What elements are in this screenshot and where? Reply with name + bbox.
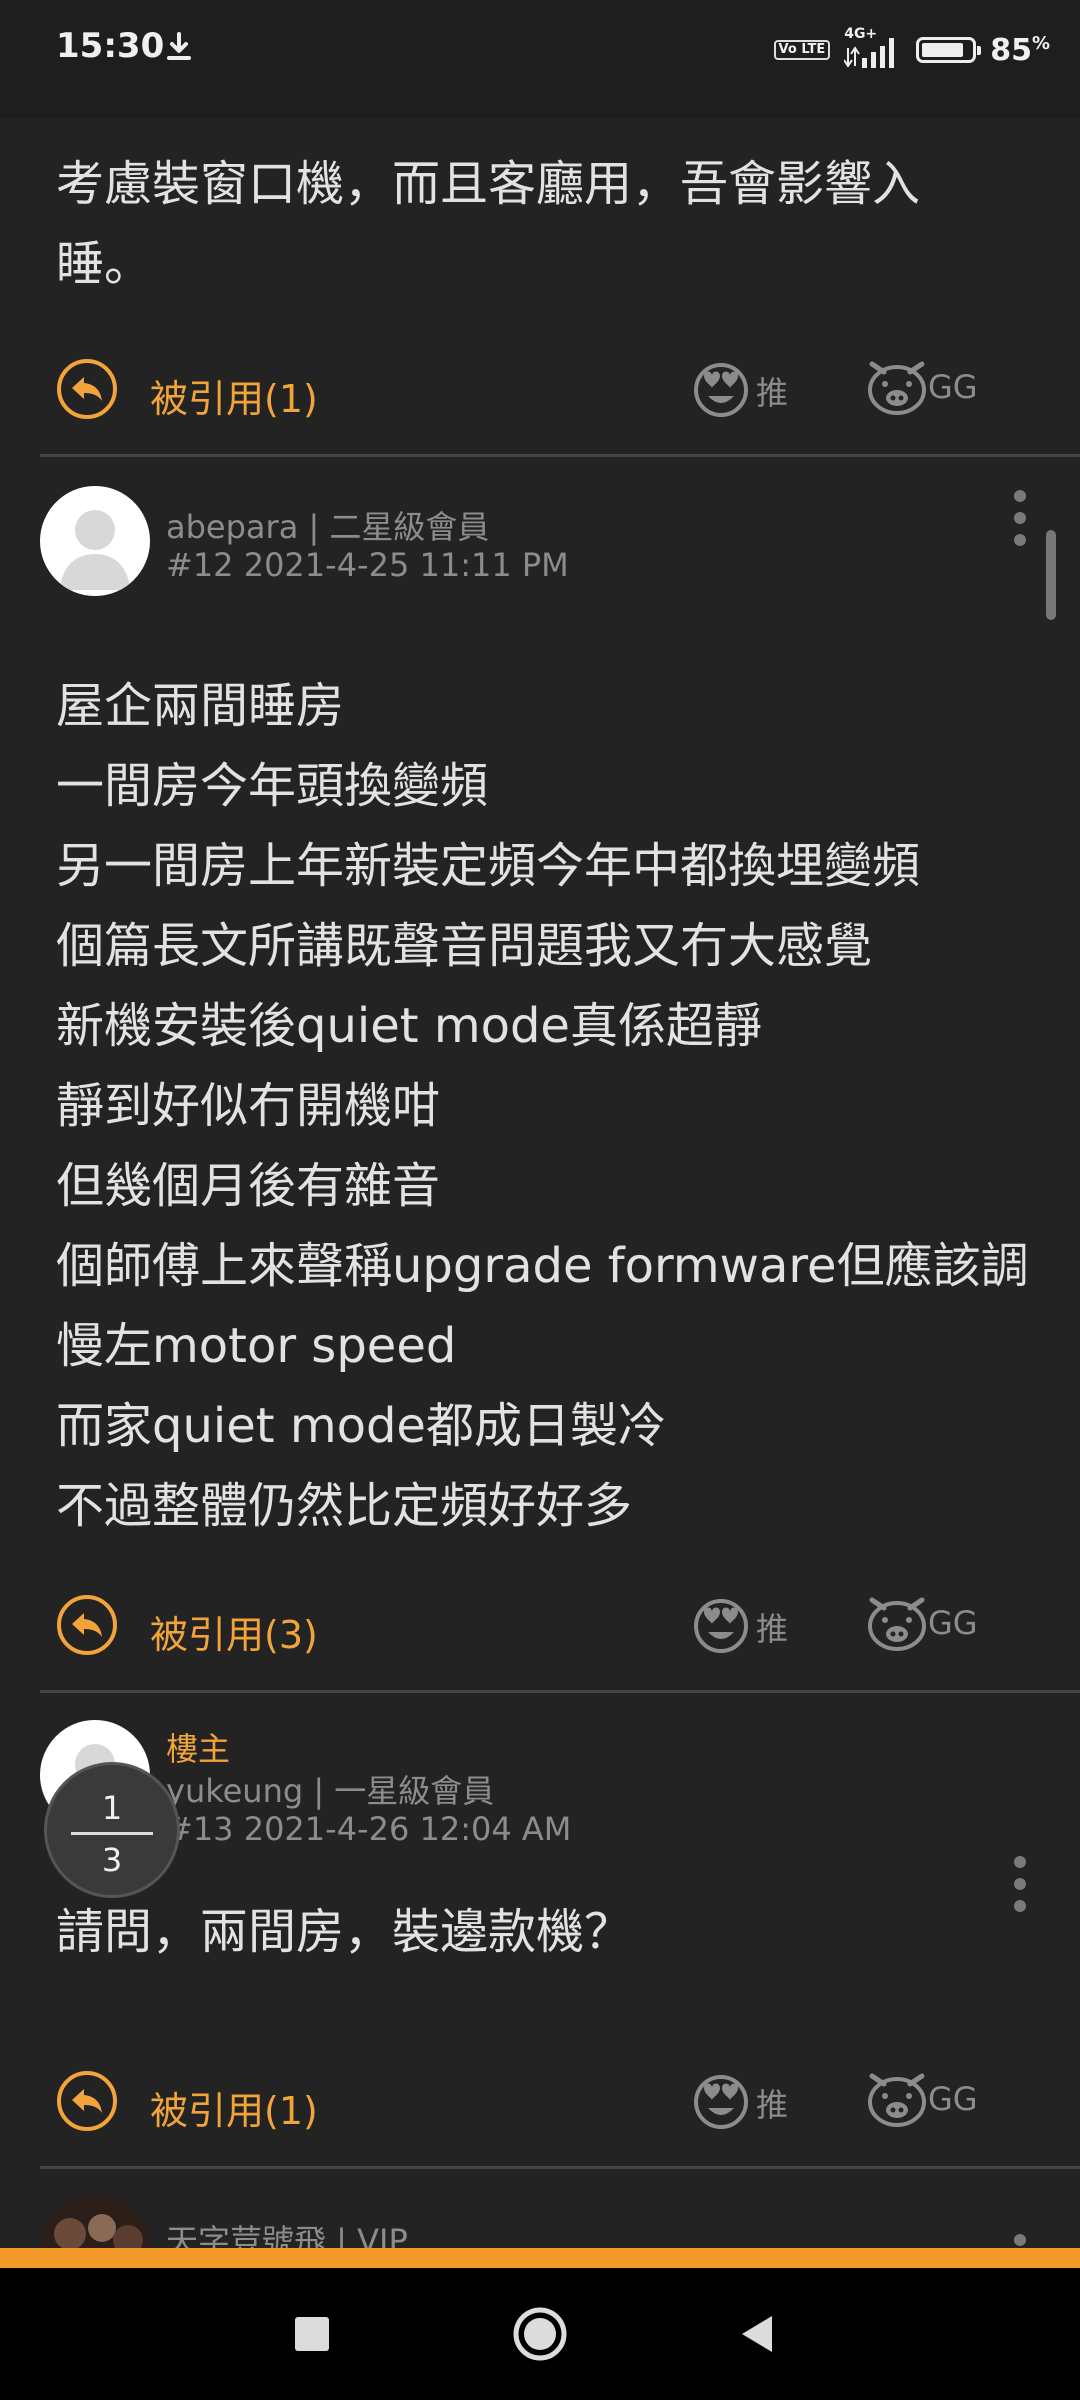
heart-eyes-icon[interactable] [690, 1592, 752, 1654]
battery-percent: 85% [990, 32, 1050, 68]
divider [40, 454, 1080, 457]
total-pages: 3 [101, 1841, 123, 1879]
post-header: 天字荳號飛 | VIP [40, 2194, 1040, 2248]
username[interactable]: abepara | 二星級會員 [166, 502, 489, 548]
default-avatar-icon [60, 510, 130, 590]
heart-eyes-icon[interactable] [690, 2068, 752, 2130]
more-options-icon[interactable] [1008, 2234, 1032, 2248]
like-label[interactable]: 推 [756, 368, 788, 414]
download-icon [167, 32, 191, 60]
post-header: abepara | 二星級會員 #12 2021-4-25 11:11 PM [40, 486, 1040, 606]
post-body: 考慮裝窗口機，而且客廳用，吾會影響入 睡。 [56, 156, 921, 292]
username[interactable]: 天字荳號飛 | VIP [166, 2216, 408, 2248]
status-bar: 15:30 Vo LTE 4G+ 85% [0, 0, 1080, 118]
post-header: 樓主 yukeung | 一星級會員 #13 2021-4-26 12:04 A… [40, 1720, 1040, 1912]
divider [40, 2166, 1080, 2169]
reply-quote-icon[interactable] [56, 1594, 118, 1656]
avatar-image [40, 2194, 150, 2248]
signal-icon: 4G+ [844, 26, 902, 70]
page-indicator[interactable]: 1 3 [44, 1762, 180, 1898]
current-page: 1 [101, 1789, 123, 1827]
recent-apps-icon[interactable] [276, 2298, 348, 2370]
home-icon[interactable] [504, 2298, 576, 2370]
volte-icon: Vo LTE [773, 40, 831, 60]
post-actions: 被引用(1) 推 GG [56, 356, 1016, 426]
op-badge: 樓主 [166, 1730, 231, 1768]
status-time: 15:30 [56, 26, 165, 66]
accent-bar [0, 2248, 1080, 2268]
more-options-icon[interactable] [1008, 490, 1032, 554]
battery-icon [916, 37, 982, 63]
scrollbar-thumb[interactable] [1046, 530, 1056, 620]
gg-label[interactable]: GG [928, 368, 978, 406]
gg-label[interactable]: GG [928, 1604, 978, 1642]
post-actions: 被引用(3) 推 GG [56, 1592, 1016, 1662]
like-label[interactable]: 推 [756, 2080, 788, 2126]
quote-count-button[interactable]: 被引用(3) [150, 1604, 318, 1659]
post-body: 請問，兩間房，裝邊款機？ [56, 1904, 633, 1960]
heart-eyes-icon[interactable] [690, 356, 752, 418]
system-nav-bar [0, 2268, 1080, 2400]
gg-label[interactable]: GG [928, 2080, 978, 2118]
username[interactable]: yukeung | 一星級會員 [166, 1766, 494, 1812]
page-divider [71, 1832, 153, 1835]
post-meta: #13 2021-4-26 12:04 AM [166, 1810, 572, 1848]
pig-icon[interactable] [864, 2068, 930, 2130]
reply-quote-icon[interactable] [56, 2070, 118, 2132]
pig-icon[interactable] [864, 356, 930, 418]
quote-count-button[interactable]: 被引用(1) [150, 2080, 318, 2135]
back-icon[interactable] [720, 2298, 792, 2370]
like-label[interactable]: 推 [756, 1604, 788, 1650]
avatar[interactable] [40, 486, 150, 596]
reply-quote-icon[interactable] [56, 358, 118, 420]
pig-icon[interactable] [864, 1592, 930, 1654]
post-body: 屋企兩間睡房 一間房今年頭換變頻 另一間房上年新裝定頻今年中都換埋變頻 個篇長文… [56, 678, 1029, 1534]
post-meta: #12 2021-4-25 11:11 PM [166, 546, 569, 584]
avatar[interactable] [40, 2194, 150, 2248]
more-options-icon[interactable] [1008, 1856, 1032, 1920]
post-actions: 被引用(1) 推 GG [56, 2068, 1016, 2138]
divider [40, 1690, 1080, 1693]
quote-count-button[interactable]: 被引用(1) [150, 368, 318, 423]
thread-content[interactable]: 考慮裝窗口機，而且客廳用，吾會影響入 睡。 被引用(1) 推 GG abepar… [0, 118, 1080, 2248]
